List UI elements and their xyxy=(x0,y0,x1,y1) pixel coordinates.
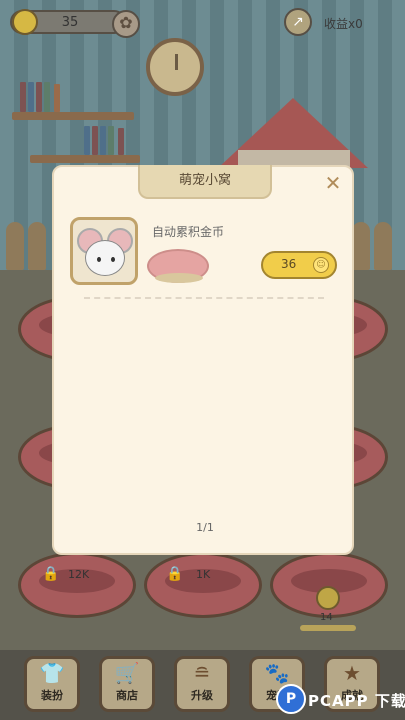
shirt-icon: 👕 xyxy=(39,661,65,685)
nav-upgrade-button[interactable]: ≘ 升级 xyxy=(174,656,230,712)
watermark-logo-icon: P xyxy=(276,684,306,714)
site-watermark: P PCAPP 下载 xyxy=(276,684,405,714)
page-indicator: 1/1 xyxy=(196,521,214,534)
cart-icon: 🛒 xyxy=(114,661,140,685)
nav-label: 升级 xyxy=(191,689,213,702)
trophy-icon: ★ xyxy=(343,661,361,685)
coin-icon: ☺ xyxy=(313,257,329,273)
pet-nest-dialog: 萌宠小窝 ✕ 自动累积金币 36 ☺ 1/1 xyxy=(52,165,354,555)
watermark-text: PCAPP 下载 xyxy=(308,692,405,710)
levels-icon: ≘ xyxy=(193,661,211,685)
mouse-head xyxy=(85,240,125,276)
nav-dress-up-button[interactable]: 👕 装扮 xyxy=(24,656,80,712)
dialog-title: 萌宠小窝 xyxy=(138,165,272,199)
mouse-eye xyxy=(111,257,115,262)
pet-avatar xyxy=(70,217,138,285)
pet-bed-image xyxy=(147,249,209,283)
buy-price: 36 xyxy=(281,257,297,271)
buy-button[interactable]: 36 ☺ xyxy=(261,251,337,279)
dashed-divider xyxy=(84,297,324,299)
item-description: 自动累积金币 xyxy=(152,225,225,239)
nav-label: 商店 xyxy=(116,689,138,702)
nav-label: 装扮 xyxy=(41,689,63,702)
nav-shop-button[interactable]: 🛒 商店 xyxy=(99,656,155,712)
game-scene: 🔒 12K 🔒 1K 14 35 ✿ ↗ 收益x0 萌宠小窝 ✕ 自动累积金币 … xyxy=(0,0,405,720)
close-icon[interactable]: ✕ xyxy=(322,173,344,195)
mouse-eye xyxy=(97,257,101,262)
paw-icon: 🐾 xyxy=(264,661,290,685)
